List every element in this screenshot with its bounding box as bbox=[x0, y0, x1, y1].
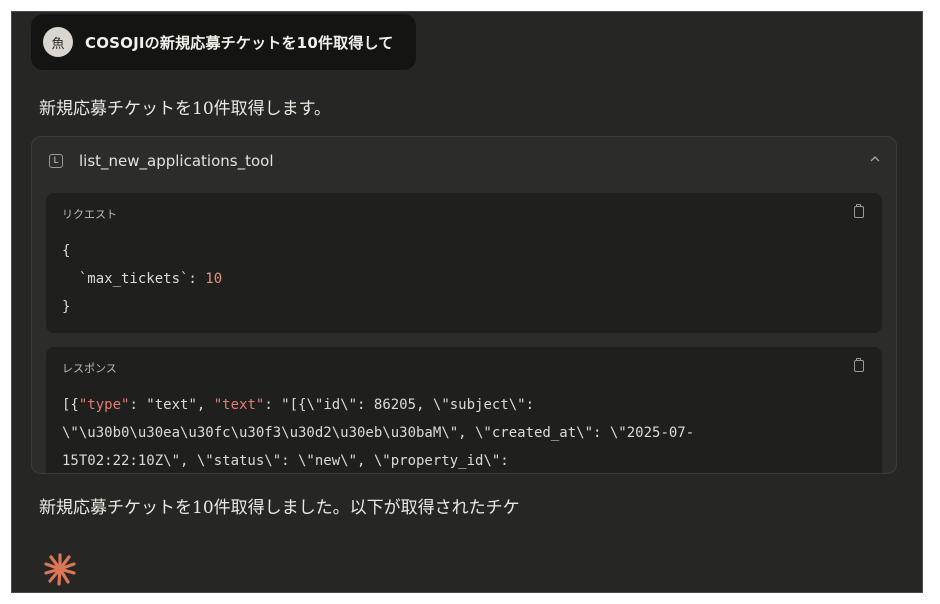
request-code: { `max_tickets`: 10 } bbox=[62, 237, 222, 321]
chevron-up-icon[interactable] bbox=[870, 151, 880, 165]
code-line: { bbox=[62, 243, 71, 259]
tool-icon: L bbox=[49, 154, 63, 168]
code-text: : "text", bbox=[129, 397, 214, 413]
claude-spark-icon bbox=[44, 553, 76, 586]
copy-icon[interactable] bbox=[854, 358, 864, 372]
code-text: : "[{\"id\": 86205, \"subject\": bbox=[264, 397, 535, 413]
tool-name: list_new_applications_tool bbox=[79, 152, 274, 170]
response-label: レスポンス bbox=[62, 362, 117, 375]
copy-icon[interactable] bbox=[854, 204, 864, 218]
code-line: } bbox=[62, 299, 71, 315]
request-label: リクエスト bbox=[62, 208, 117, 221]
response-block: レスポンス [{"type": "text", "text": "[{\"id\… bbox=[46, 347, 882, 473]
user-message-text: COSOJIの新規応募チケットを10件取得して bbox=[85, 33, 394, 52]
assistant-followup-text: 新規応募チケットを10件取得しました。以下が取得されたチケ bbox=[39, 498, 520, 518]
code-text: [{ bbox=[62, 397, 79, 413]
code-key: "type" bbox=[78, 397, 130, 413]
tool-call-header[interactable]: L list_new_applications_tool bbox=[32, 137, 896, 187]
code-key: `max_tickets`: bbox=[62, 271, 206, 287]
code-number: 10 bbox=[205, 271, 223, 287]
request-block: リクエスト { `max_tickets`: 10 } bbox=[46, 193, 882, 333]
tool-call-panel: L list_new_applications_tool リクエスト { `ma… bbox=[31, 136, 897, 474]
code-line: 15T02:22:10Z\", \"status\": \"new\", \"p… bbox=[62, 453, 509, 469]
code-key: "text" bbox=[213, 397, 265, 413]
assistant-intro-text: 新規応募チケットを10件取得します。 bbox=[39, 99, 331, 119]
response-code: [{"type": "text", "text": "[{\"id\": 862… bbox=[62, 391, 695, 473]
user-message-bubble: 魚 COSOJIの新規応募チケットを10件取得して bbox=[31, 14, 416, 70]
code-line: \"\u30b0\u30ea\u30fc\u30f3\u30d2\u30eb\u… bbox=[62, 425, 695, 441]
user-avatar[interactable]: 魚 bbox=[43, 27, 73, 57]
chat-window: 魚 COSOJIの新規応募チケットを10件取得して 新規応募チケットを10件取得… bbox=[11, 11, 923, 593]
